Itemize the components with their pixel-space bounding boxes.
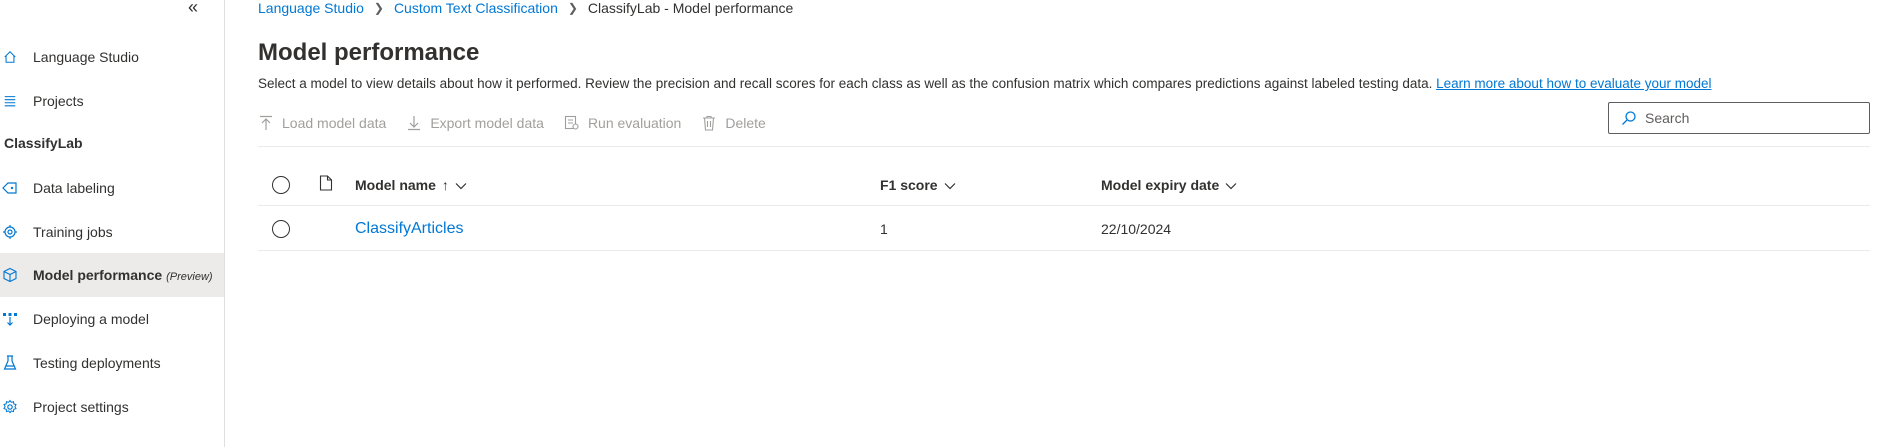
select-all-cell [272, 164, 290, 205]
sidebar-item-label: Projects [33, 93, 84, 109]
sidebar-item-model-performance[interactable]: Model performance (Preview) [0, 253, 224, 297]
sidebar-item-label: Data labeling [33, 180, 115, 196]
model-expiry-date-cell: 22/10/2024 [1101, 220, 1172, 237]
file-type-column [319, 164, 333, 205]
delete-label: Delete [725, 115, 766, 131]
trash-icon [701, 115, 717, 131]
row-select-radio[interactable] [272, 219, 290, 238]
f1-score-cell: 1 [880, 220, 888, 237]
load-model-data-label: Load model data [282, 115, 387, 131]
table-row[interactable]: ClassifyArticles 1 22/10/2024 [258, 207, 1870, 251]
evaluation-icon [564, 115, 580, 131]
download-icon [406, 115, 422, 131]
learn-more-link[interactable]: Learn more about how to evaluate your mo… [1436, 76, 1711, 91]
collapse-sidebar-button[interactable]: « [188, 0, 208, 16]
delete-button[interactable]: Delete [701, 115, 766, 131]
list-icon [2, 93, 18, 109]
sidebar-item-label: Deploying a model [33, 311, 149, 327]
sidebar: « Language Studio Projects ClassifyLab D… [0, 0, 225, 447]
run-evaluation-button[interactable]: Run evaluation [564, 115, 681, 131]
home-icon [2, 49, 18, 65]
description-text: Select a model to view details about how… [258, 76, 1433, 91]
model-name-link[interactable]: ClassifyArticles [355, 220, 463, 238]
model-performance-label: Model performance [33, 267, 163, 283]
export-model-data-button[interactable]: Export model data [406, 115, 544, 131]
command-bar: Load model data Export model data Run ev… [258, 110, 786, 136]
chevron-right-icon: ❯ [373, 1, 384, 15]
breadcrumb: Language Studio ❯ Custom Text Classifica… [258, 0, 793, 16]
deploy-icon [2, 311, 18, 327]
sidebar-item-projects[interactable]: Projects [0, 79, 224, 123]
page-description: Select a model to view details about how… [258, 76, 1712, 91]
sort-ascending-icon: ↑ [441, 176, 449, 193]
document-icon [319, 175, 333, 194]
gear-icon [2, 399, 18, 415]
column-model-name-label: Model name [355, 176, 436, 193]
sidebar-item-language-studio[interactable]: Language Studio [0, 35, 224, 79]
search-icon [1621, 110, 1637, 126]
column-model-name[interactable]: Model name ↑ [355, 164, 467, 205]
column-model-expiry-date[interactable]: Model expiry date [1101, 164, 1237, 205]
flask-icon [2, 355, 18, 371]
model-name-cell: ClassifyArticles [355, 207, 463, 250]
export-model-data-label: Export model data [430, 115, 544, 131]
sidebar-item-label: Training jobs [33, 224, 113, 240]
chevron-right-icon: ❯ [567, 1, 578, 15]
breadcrumb-current: ClassifyLab - Model performance [587, 0, 794, 16]
row-select-cell [272, 207, 290, 250]
chevron-down-icon [455, 177, 467, 193]
sidebar-item-label: Project settings [33, 399, 129, 415]
breadcrumb-language-studio[interactable]: Language Studio [258, 0, 364, 16]
table-header: Model name ↑ F1 score Model expiry date [258, 164, 1870, 206]
search-placeholder: Search [1645, 110, 1690, 126]
sidebar-item-label: Model performance (Preview) [33, 267, 213, 283]
breadcrumb-custom-text-classification[interactable]: Custom Text Classification [394, 0, 558, 16]
project-name-label: ClassifyLab [4, 135, 83, 151]
sidebar-item-training-jobs[interactable]: Training jobs [0, 210, 224, 254]
run-evaluation-label: Run evaluation [587, 115, 682, 131]
chevron-down-icon [944, 177, 956, 193]
chevron-down-icon [1225, 177, 1237, 193]
column-f1-score-label: F1 score [880, 176, 938, 193]
column-model-expiry-date-label: Model expiry date [1101, 176, 1220, 193]
preview-badge: (Preview) [166, 271, 213, 283]
upload-icon [258, 115, 274, 131]
sidebar-item-label: Language Studio [33, 49, 139, 65]
tag-icon [2, 180, 18, 196]
column-f1-score[interactable]: F1 score [880, 164, 956, 205]
sidebar-item-testing-deployments[interactable]: Testing deployments [0, 341, 224, 385]
toolbar-divider [258, 146, 1870, 147]
cube-icon [2, 267, 18, 283]
select-all-radio[interactable] [272, 175, 290, 194]
search-input[interactable]: Search [1608, 102, 1870, 134]
load-model-data-button[interactable]: Load model data [258, 115, 386, 131]
sidebar-item-deploying-a-model[interactable]: Deploying a model [0, 297, 224, 341]
sidebar-item-data-labeling[interactable]: Data labeling [0, 166, 224, 210]
training-icon [2, 224, 18, 240]
page-title: Model performance [258, 39, 480, 66]
sidebar-item-project-settings[interactable]: Project settings [0, 385, 224, 429]
sidebar-item-label: Testing deployments [33, 355, 161, 371]
